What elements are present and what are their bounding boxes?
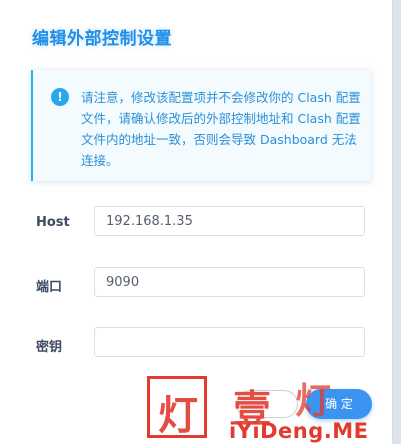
host-label: Host [36,215,70,230]
port-label: 端口 [36,280,63,295]
dialog-title: 编辑外部控制设置 [32,29,172,49]
cancel-button[interactable] [236,390,298,418]
watermark-text: iYiDeng.ME [229,419,369,443]
watermark-logo-box: 灯 [147,376,207,439]
confirm-button[interactable]: 确 定 [306,389,372,419]
port-input[interactable] [94,267,365,297]
watermark-char-box: 灯 [158,392,198,439]
info-icon: ! [51,88,69,106]
host-input[interactable] [94,206,365,236]
secret-label: 密钥 [36,340,63,355]
secret-input[interactable] [94,327,365,357]
background-strip [393,0,401,444]
edit-external-control-dialog: 编辑外部控制设置 ! 请注意，修改该配置项并不会修改你的 Clash 配置文件，… [0,0,393,444]
notice-text: 请注意，修改该配置项并不会修改你的 Clash 配置文件，请确认修改后的外部控制… [81,90,361,168]
warning-notice: ! 请注意，修改该配置项并不会修改你的 Clash 配置文件，请确认修改后的外部… [31,70,371,181]
